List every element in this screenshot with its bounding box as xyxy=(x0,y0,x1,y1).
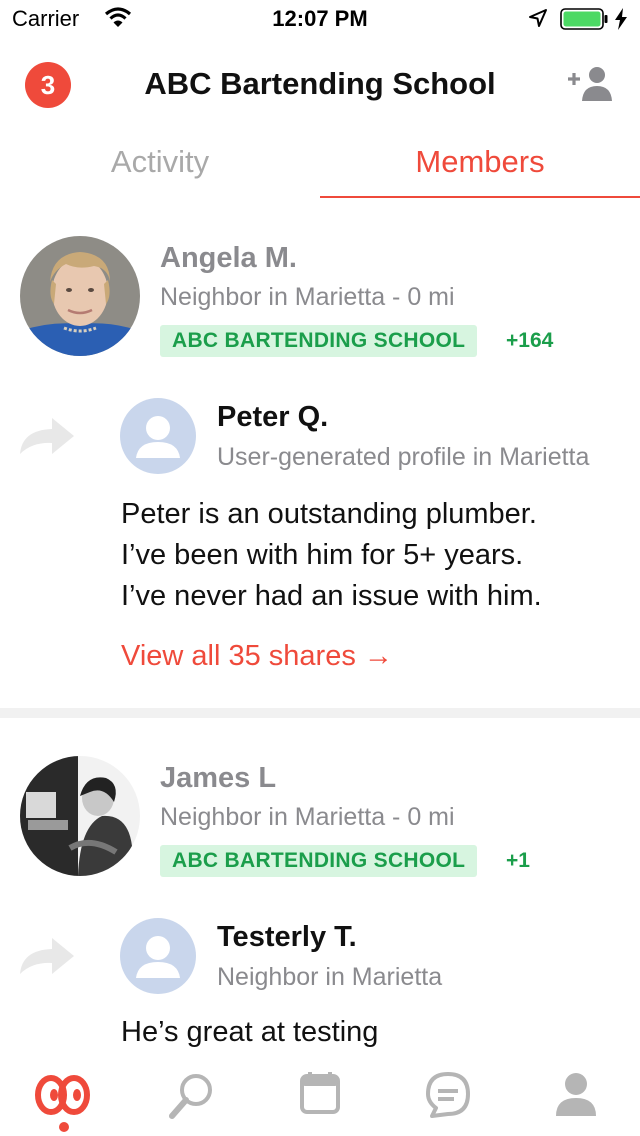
bottom-tab-bar xyxy=(0,1052,640,1136)
view-all-shares-link[interactable]: View all 35 shares → xyxy=(121,640,393,673)
share-line: He’s great at testing xyxy=(121,1016,379,1048)
share-line: I’ve been with him for 5+ years. xyxy=(121,539,524,571)
avatar-placeholder-icon[interactable] xyxy=(120,398,196,474)
profile-subtitle: Neighbor in Marietta xyxy=(217,963,443,991)
group-tag: ABC BARTENDING SCHOOL xyxy=(160,845,478,877)
share-arrow-icon xyxy=(20,418,74,454)
share-line: I’ve never had an issue with him. xyxy=(121,580,542,612)
member-card: Angela M. Neighbor in Marietta - 0 mi AB… xyxy=(0,236,640,706)
calendar-icon[interactable] xyxy=(288,1070,352,1120)
group-tag: ABC BARTENDING SCHOOL xyxy=(160,325,478,357)
member-location: Neighbor in Marietta - 0 mi xyxy=(160,803,455,831)
member-card: James L Neighbor in Marietta - 0 mi ABC … xyxy=(0,756,640,1052)
header: 3 ABC Bartending School xyxy=(0,56,640,116)
battery-icon xyxy=(560,8,608,30)
search-icon[interactable] xyxy=(160,1070,224,1120)
messages-icon[interactable] xyxy=(416,1070,480,1120)
status-bar: Carrier 12:07 PM xyxy=(0,0,640,40)
member-name[interactable]: James L xyxy=(160,762,276,795)
add-member-icon[interactable] xyxy=(566,66,616,102)
section-divider xyxy=(0,708,640,718)
segment-tabs: Activity Members xyxy=(0,132,640,200)
avatar[interactable] xyxy=(20,756,140,876)
share-text: He’s great at testing xyxy=(121,1012,621,1052)
share-line: Peter is an outstanding plumber. xyxy=(121,498,537,530)
page-title: ABC Bartending School xyxy=(144,66,496,101)
share-text: Peter is an outstanding plumber. I’ve be… xyxy=(121,494,621,617)
profile-subtitle: User-generated profile in Marietta xyxy=(217,443,590,471)
endorsement-count: +1 xyxy=(506,849,530,872)
active-tab-dot xyxy=(59,1122,69,1132)
member-location: Neighbor in Marietta - 0 mi xyxy=(160,283,455,311)
member-name[interactable]: Angela M. xyxy=(160,242,297,275)
profile-name[interactable]: Peter Q. xyxy=(217,401,328,434)
share-arrow-icon xyxy=(20,938,74,974)
home-icon[interactable] xyxy=(32,1070,96,1120)
endorsement-count: +164 xyxy=(506,329,554,352)
location-arrow-icon xyxy=(529,9,547,27)
tab-members[interactable]: Members xyxy=(320,144,640,180)
profile-name[interactable]: Testerly T. xyxy=(217,921,357,954)
tab-activity[interactable]: Activity xyxy=(0,144,320,180)
avatar-placeholder-icon[interactable] xyxy=(120,918,196,994)
avatar[interactable] xyxy=(20,236,140,356)
charging-bolt-icon xyxy=(615,8,627,30)
active-tab-indicator xyxy=(320,196,640,198)
profile-icon[interactable] xyxy=(544,1070,608,1120)
